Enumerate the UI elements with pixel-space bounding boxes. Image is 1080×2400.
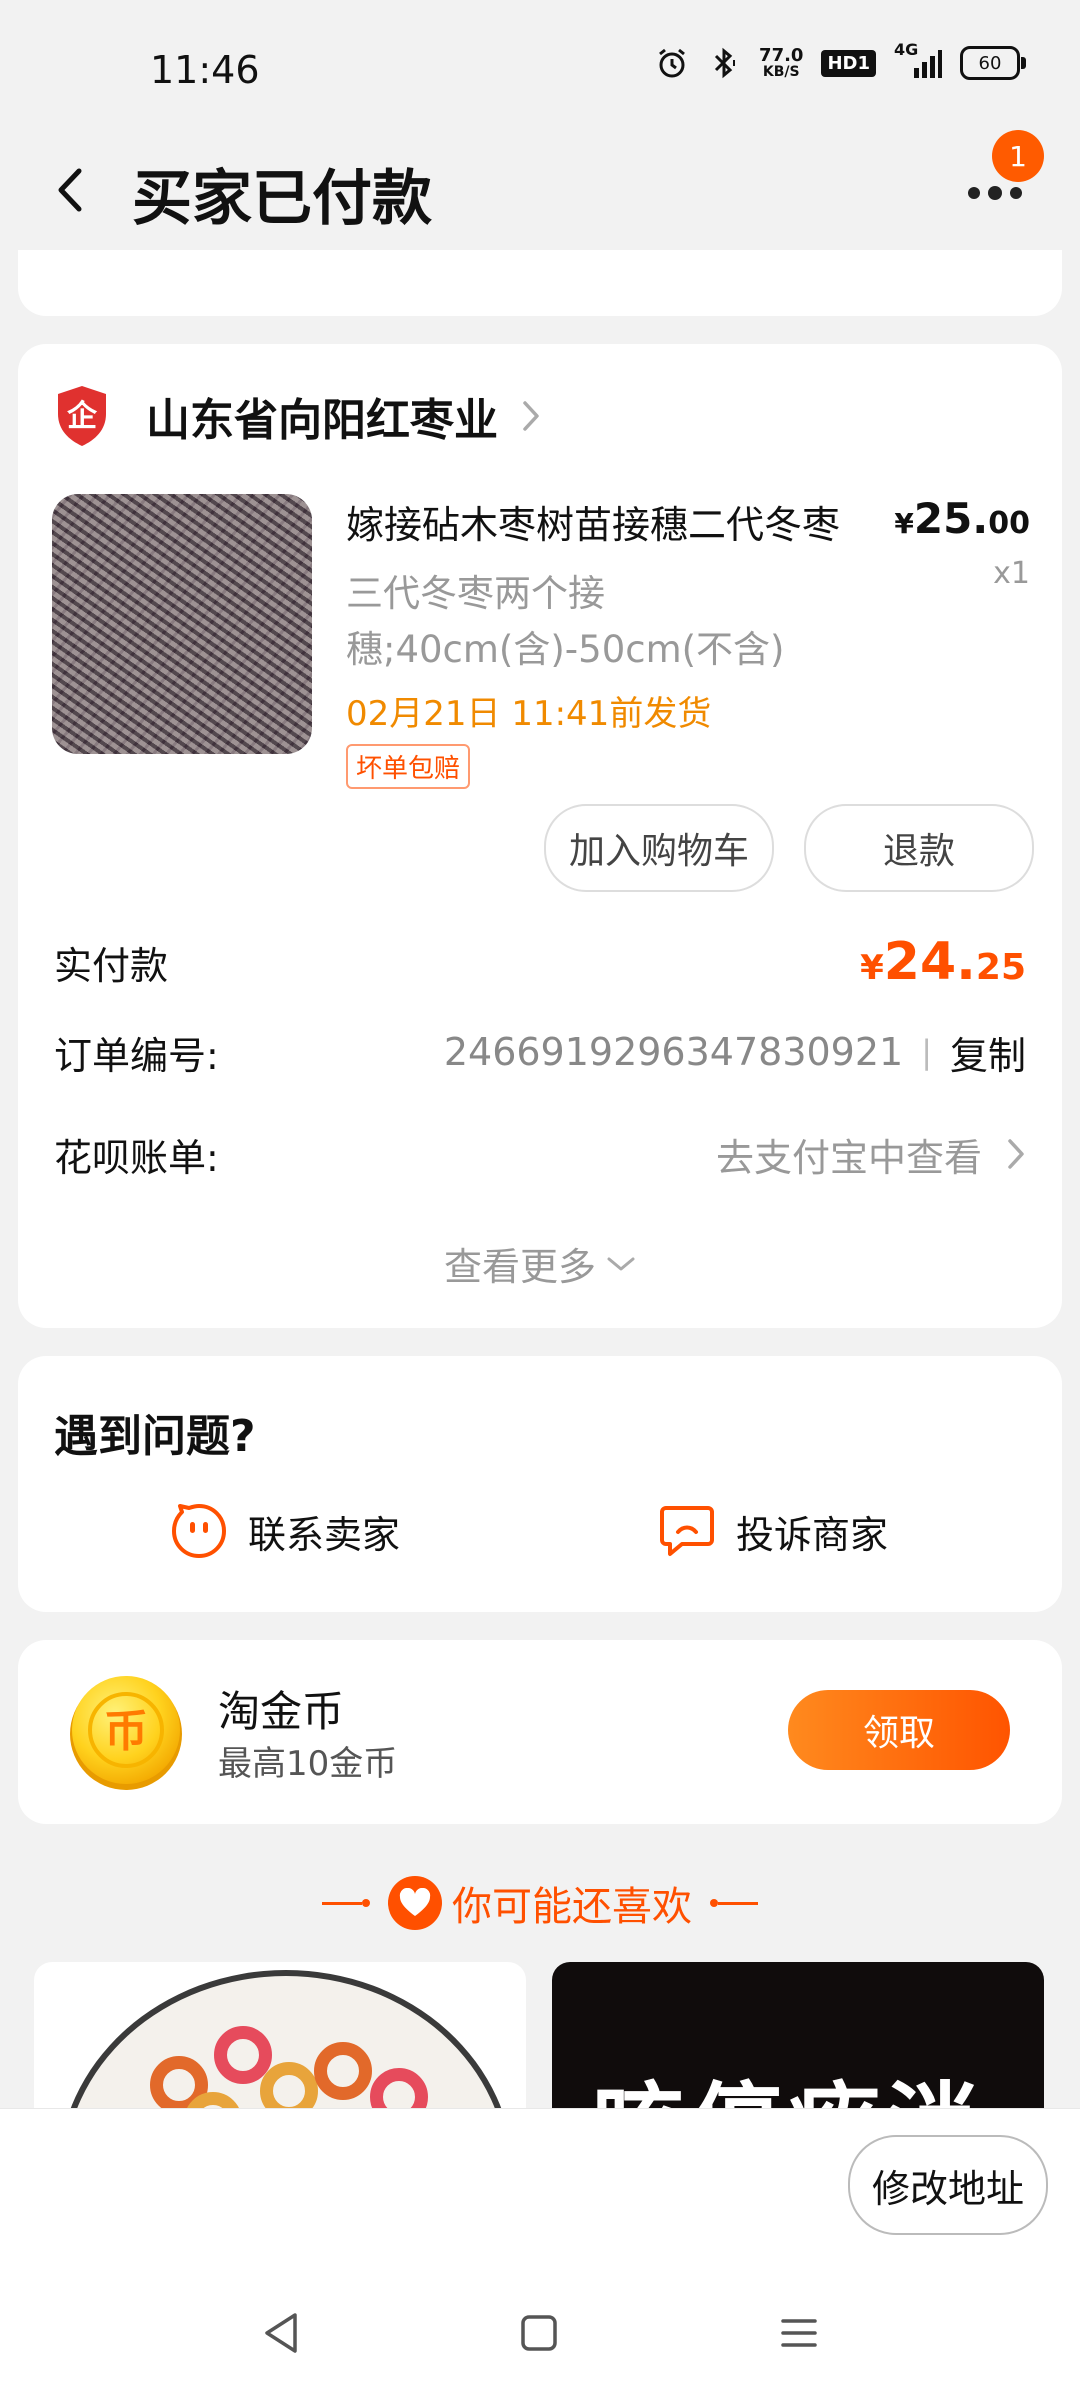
shop-name: 山东省向阳红枣业	[146, 395, 498, 446]
more-dots-icon	[968, 186, 1022, 200]
battery-level: 60	[978, 52, 1002, 74]
problem-title: 遇到问题?	[54, 1411, 256, 1462]
order-number-value: 2466919296347830921 | 复制	[444, 1025, 1026, 1080]
product-title[interactable]: 嫁接砧木枣树苗接穗二代冬枣	[346, 494, 866, 549]
nav-menu-button[interactable]	[764, 2298, 834, 2368]
battery-icon: 60	[960, 46, 1026, 80]
alarm-icon	[655, 46, 689, 80]
problem-card: 遇到问题? 联系卖家 投诉商家	[18, 1356, 1062, 1612]
network-speed-value: 77.0	[759, 45, 804, 66]
bluetooth-icon	[707, 46, 741, 80]
chevron-right-icon	[520, 398, 542, 434]
price-currency: ¥	[894, 507, 914, 540]
back-button[interactable]	[40, 155, 100, 225]
shop-badge-glyph: 企	[67, 399, 98, 434]
network-speed: 77.0 KB/S	[759, 45, 804, 80]
nav-back-button[interactable]	[246, 2298, 316, 2368]
status-bar: 11:46 77.0 KB/S HD1 4G 60	[0, 0, 1080, 130]
triangle-back-icon	[265, 2313, 297, 2353]
order-number-label: 订单编号:	[54, 1033, 219, 1078]
recommend-item-1[interactable]	[34, 1962, 526, 2112]
product-spec: 三代冬枣两个接穗;40cm(含)-50cm(不含)	[346, 572, 785, 671]
huabei-label: 花呗账单:	[54, 1135, 219, 1180]
huabei-value: 去支付宝中查看	[716, 1127, 1026, 1182]
recommend-item-2[interactable]: 咳停痰消	[552, 1962, 1044, 2112]
paid-label: 实付款	[54, 943, 169, 988]
nav-home-button[interactable]	[504, 2298, 574, 2368]
order-number: 2466919296347830921	[443, 1030, 904, 1074]
contact-seller-button[interactable]: 联系卖家	[170, 1502, 400, 1560]
paid-decimal: 25	[975, 947, 1026, 988]
complain-merchant-label: 投诉商家	[736, 1512, 889, 1557]
chevron-right-icon	[1006, 1137, 1026, 1171]
status-time: 11:46	[150, 48, 260, 92]
coin-subtitle: 最高10金币	[218, 1744, 398, 1784]
gold-coin-icon: 币	[66, 1672, 186, 1792]
refund-button[interactable]: 退款	[804, 804, 1034, 892]
product-image	[58, 1970, 514, 2112]
ship-deadline: 02月21日 11:41前发货	[346, 694, 712, 734]
decor-line-right	[710, 1899, 758, 1907]
bottom-action-bar: 修改地址	[0, 2108, 1080, 2269]
order-number-row: 订单编号: 2466919296347830921 | 复制	[54, 1012, 1026, 1092]
product-price: ¥25.00	[894, 494, 1030, 543]
shop-header[interactable]: 企 山东省向阳红枣业	[54, 384, 542, 448]
chevron-left-icon	[58, 168, 82, 212]
price-decimal: 00	[988, 506, 1030, 541]
price-integer: 25.	[913, 494, 989, 543]
signal-type-label: 4G	[894, 40, 919, 59]
product-image[interactable]	[52, 494, 312, 754]
paid-integer: 24.	[883, 932, 976, 992]
add-to-cart-button[interactable]: 加入购物车	[544, 804, 774, 892]
chevron-down-icon	[606, 1254, 636, 1274]
recommend-item-2-text: 咳停痰消	[592, 2052, 984, 2112]
recommend-title: 你可能还喜欢	[452, 1884, 692, 1930]
huabei-link: 去支付宝中查看	[715, 1135, 982, 1180]
square-home-icon	[521, 2315, 557, 2351]
paid-currency: ¥	[860, 948, 884, 988]
paid-amount: ¥24.25	[860, 932, 1026, 992]
guarantee-tag: 坏单包赔	[346, 744, 471, 789]
signal-icon: 4G	[894, 40, 942, 80]
modify-address-button[interactable]: 修改地址	[848, 2135, 1048, 2235]
complaint-bubble-icon	[658, 1502, 716, 1560]
enterprise-shield-icon: 企	[54, 384, 110, 448]
page-header: 买家已付款 1	[0, 130, 1080, 250]
view-more-label: 查看更多	[443, 1245, 596, 1289]
recommend-header: 你可能还喜欢	[0, 1874, 1080, 1932]
order-card: 企 山东省向阳红枣业 嫁接砧木枣树苗接穗二代冬枣 ¥25.00 x1 三代冬枣两…	[18, 344, 1062, 1328]
heart-icon	[388, 1876, 442, 1930]
view-more-button[interactable]: 查看更多	[18, 1236, 1062, 1291]
status-icons: 77.0 KB/S HD1 4G 60	[655, 40, 1026, 80]
complain-merchant-button[interactable]: 投诉商家	[658, 1502, 888, 1560]
page-title: 买家已付款	[132, 164, 432, 234]
divider: |	[921, 1033, 932, 1071]
taojinbi-card: 币 淘金币 最高10金币 领取	[18, 1640, 1062, 1824]
contact-seller-label: 联系卖家	[248, 1512, 401, 1557]
network-speed-unit: KB/S	[762, 64, 800, 80]
decor-line-left	[322, 1899, 370, 1907]
address-card-bottom	[18, 250, 1062, 316]
notification-badge: 1	[992, 130, 1044, 182]
system-nav-bar	[0, 2268, 1080, 2400]
chat-face-icon	[170, 1502, 228, 1560]
huabei-row[interactable]: 花呗账单: 去支付宝中查看	[54, 1114, 1026, 1194]
claim-button[interactable]: 领取	[788, 1690, 1010, 1770]
copy-button[interactable]: 复制	[950, 1025, 1026, 1080]
coin-title: 淘金币	[218, 1687, 345, 1736]
hd-badge: HD1	[821, 49, 876, 77]
menu-lines-icon	[781, 2319, 817, 2347]
product-quantity: x1	[993, 556, 1030, 591]
paid-row: 实付款 ¥24.25	[54, 922, 1026, 1002]
coin-glyph: 币	[104, 1706, 148, 1757]
